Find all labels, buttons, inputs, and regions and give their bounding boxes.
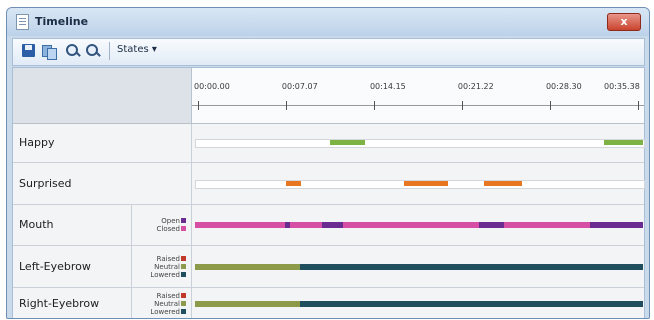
time-tick-mark (638, 101, 639, 110)
track-segment[interactable] (289, 222, 322, 228)
state-legend-swatch (181, 300, 186, 306)
track-segment[interactable] (300, 263, 643, 270)
title-bar[interactable]: Timeline x (7, 8, 649, 36)
state-legend-divider (131, 205, 132, 245)
time-tick-label: 00:00.00 (194, 82, 230, 91)
time-ruler[interactable]: 00:00.00 00:07.07 00:14.15 00:21.22 00:28.30… (192, 68, 644, 124)
zoom-in-icon[interactable] (65, 43, 81, 59)
track-label: Happy (19, 136, 55, 149)
track-label: Right-Eyebrow (19, 296, 100, 310)
state-legend-divider (131, 246, 132, 287)
toolbar: States ▾ (12, 38, 645, 66)
track-segment[interactable] (195, 300, 301, 307)
track-segment[interactable] (343, 222, 479, 228)
label-divider (191, 288, 192, 318)
close-button[interactable]: x (607, 13, 641, 31)
track-label: Left-Eyebrow (19, 259, 91, 273)
state-legend-swatch (181, 226, 186, 231)
timeline-window: Timeline x States ▾ 00:00.00 00:07.07 00:1… (6, 7, 650, 319)
state-legend-divider (131, 288, 132, 318)
time-tick-label: 00:35.38 (604, 82, 640, 91)
label-divider (191, 163, 192, 204)
track-segment[interactable] (321, 222, 344, 228)
track-segment[interactable] (330, 140, 365, 145)
state-legend-swatch (181, 218, 186, 223)
track-row-left-eyebrow[interactable]: Left-Eyebrow Raised Neutral Lowered (13, 246, 644, 288)
document-icon (16, 14, 29, 30)
time-tick-mark (373, 101, 375, 110)
label-divider (191, 124, 192, 162)
state-legend-swatch (181, 263, 186, 269)
label-divider (191, 246, 192, 287)
track-segment[interactable] (195, 263, 301, 270)
states-dropdown-button[interactable]: States ▾ (117, 44, 157, 55)
track-row-mouth[interactable]: Mouth Open Closed (13, 205, 644, 246)
copy-icon[interactable] (41, 43, 57, 60)
state-legend-label: Lowered (150, 307, 180, 316)
track-header-corner (13, 68, 192, 124)
track-label: Surprised (19, 176, 72, 190)
time-tick-label: 00:14.15 (369, 82, 406, 91)
state-legend-swatch (181, 292, 186, 298)
state-legend-swatch (181, 271, 186, 277)
time-tick-mark (549, 101, 551, 110)
state-legend-label: Neutral (154, 299, 180, 308)
time-tick-mark (198, 101, 199, 110)
state-legend-label: Lowered (150, 270, 180, 279)
time-tick-mark (461, 101, 463, 110)
time-tick-label: 00:28.30 (545, 82, 582, 91)
track-row-right-eyebrow[interactable]: Right-Eyebrow Raised Neutral Lowered (13, 288, 644, 318)
track-label: Mouth (19, 218, 54, 231)
label-divider (191, 205, 192, 245)
track-segment[interactable] (483, 180, 522, 186)
state-legend-swatch (181, 255, 186, 261)
state-legend-label: Closed (156, 225, 180, 233)
track-segment[interactable] (503, 222, 591, 228)
time-tick-mark (285, 101, 287, 110)
track-row-surprised[interactable]: Surprised (13, 163, 645, 205)
track-segment[interactable] (195, 222, 285, 228)
ruler-baseline (192, 105, 644, 106)
state-legend-label: Raised (156, 291, 180, 300)
track-row-happy[interactable]: Happy (13, 124, 645, 163)
state-legend-swatch (181, 308, 186, 314)
track-lane[interactable] (195, 139, 645, 148)
state-legend-label: Neutral (154, 262, 180, 271)
track-segment[interactable] (478, 222, 504, 228)
time-tick-label: 00:07.07 (281, 82, 318, 91)
window-title: Timeline (35, 15, 89, 28)
state-legend-label: Raised (156, 254, 180, 263)
track-segment[interactable] (403, 180, 449, 186)
track-segment[interactable] (590, 222, 643, 228)
toolbar-separator (109, 42, 110, 60)
state-legend-label: Open (161, 217, 180, 225)
save-icon[interactable] (21, 43, 37, 59)
track-segment[interactable] (286, 180, 302, 186)
timeline-grid: 00:00.00 00:07.07 00:14.15 00:21.22 00:28.30… (12, 67, 645, 318)
zoom-out-icon[interactable] (85, 43, 101, 59)
track-segment[interactable] (603, 140, 643, 145)
track-segment[interactable] (300, 300, 643, 307)
time-tick-label: 00:21.22 (457, 82, 494, 91)
